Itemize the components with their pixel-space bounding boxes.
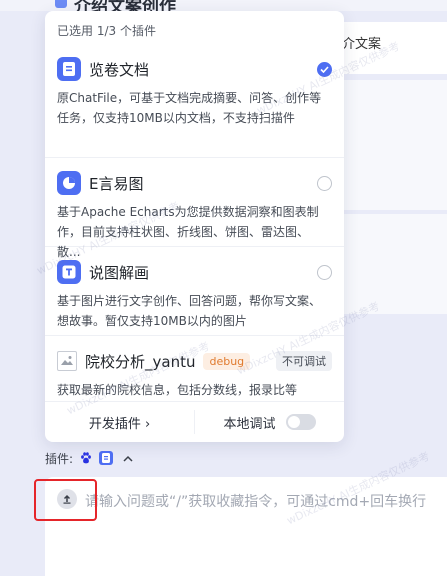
plugin-item[interactable]: 院校分析_yantu debug 不可调试 获取最新的院校信息，包括分数线，报录… bbox=[45, 336, 344, 401]
plugin-name: 说图解画 bbox=[89, 263, 150, 282]
input-placeholder: 请输入问题或“/”获取收藏指令，可通过cmd+回车换行 bbox=[85, 494, 427, 510]
status-badge: 不可调试 bbox=[276, 351, 332, 371]
right-card-tertiary bbox=[330, 214, 447, 314]
plugin-list[interactable]: 览卷文档 原ChatFile，可基于文档完成摘要、问答、创作等任务，仅支持10M… bbox=[45, 44, 344, 401]
plugin-name: E言易图 bbox=[89, 174, 144, 193]
plugin-bar: 插件: bbox=[45, 449, 135, 467]
plugin-item[interactable]: 说图解画 基于图片进行文字创作、回答问题，帮你写文案、想故事。暂仅支持10MB以… bbox=[45, 247, 344, 336]
document-icon[interactable] bbox=[99, 451, 114, 465]
plugin-select-checkbox[interactable] bbox=[317, 61, 332, 77]
plugin-name: 院校分析_yantu bbox=[85, 352, 196, 371]
plugin-item[interactable]: E言易图 基于Apache Echarts为您提供数据洞察和图表制作，目前支持柱… bbox=[45, 158, 344, 259]
pie-chart-icon bbox=[57, 171, 81, 195]
chevron-up-icon[interactable] bbox=[121, 451, 135, 465]
popover-footer: 开发插件 › 本地调试 bbox=[45, 401, 344, 442]
baidu-paw-icon[interactable] bbox=[79, 451, 93, 465]
plugin-description: 原ChatFile，可基于文档完成摘要、问答、创作等任务，仅支持10MB以内文档… bbox=[57, 91, 322, 125]
document-icon bbox=[57, 57, 81, 81]
highlight-annotation bbox=[34, 479, 97, 521]
develop-plugin-button[interactable]: 开发插件 › bbox=[45, 402, 194, 442]
debug-badge: debug bbox=[203, 352, 251, 370]
local-debug-control: 本地调试 bbox=[195, 402, 344, 442]
plugin-name: 览卷文档 bbox=[89, 60, 150, 79]
local-debug-label: 本地调试 bbox=[223, 416, 276, 432]
plugin-select-checkbox[interactable] bbox=[317, 264, 332, 280]
plugin-description: 获取最新的院校信息，包括分数线，报录比等 bbox=[57, 383, 298, 397]
title-icon bbox=[55, 0, 67, 8]
plugin-popover: 已选用 1/3 个插件 览卷文档 原ChatFile，可基于文档完成摘要、问答、… bbox=[45, 11, 344, 442]
selected-count: 已选用 1/3 个插件 bbox=[57, 24, 156, 38]
page-header-strip bbox=[0, 0, 447, 11]
plugin-item[interactable]: 览卷文档 原ChatFile，可基于文档完成摘要、问答、创作等任务，仅支持10M… bbox=[45, 44, 344, 158]
right-card-secondary bbox=[330, 80, 447, 210]
image-text-icon bbox=[57, 260, 81, 284]
plugin-bar-label: 插件: bbox=[45, 451, 74, 466]
broken-image-icon bbox=[57, 351, 77, 371]
plugin-select-checkbox[interactable] bbox=[317, 175, 332, 191]
right-card-text: 介文案 bbox=[342, 37, 382, 52]
plugin-description: 基于图片进行文字创作、回答问题，帮你写文案、想故事。暂仅支持10MB以内的图片 bbox=[57, 294, 322, 328]
local-debug-toggle[interactable] bbox=[285, 414, 316, 430]
